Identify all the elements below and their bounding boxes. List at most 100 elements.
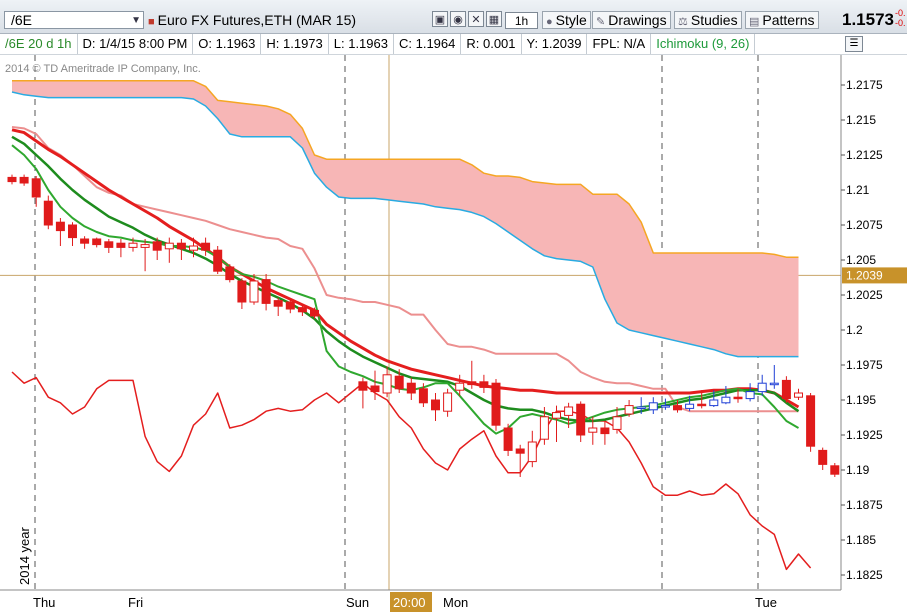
candle-body-up xyxy=(527,441,537,463)
candle xyxy=(612,407,622,434)
info-date: D: 1/4/15 8:00 PM xyxy=(78,34,194,54)
candle xyxy=(189,237,198,258)
candles xyxy=(7,174,840,477)
candle xyxy=(733,388,743,403)
y-tick-label: 1.2075 xyxy=(846,218,883,232)
y-tick-label: 1.1925 xyxy=(846,428,883,442)
plot-area xyxy=(0,55,841,590)
x-tick-mark xyxy=(755,590,758,594)
candle-body-down xyxy=(491,382,501,426)
chart-info-bar: /6E 20 d 1h D: 1/4/15 8:00 PM O: 1.1963 H: … xyxy=(0,34,907,55)
y-tick-label: 1.215 xyxy=(846,113,876,127)
style-icon: ● xyxy=(546,16,553,28)
toolbar-icon-group: ▣ ◉ ✕ ▦ xyxy=(432,11,504,27)
candle-body-up xyxy=(382,374,392,394)
y-tick-label: 1.205 xyxy=(846,253,876,267)
info-high: H: 1.1973 xyxy=(261,34,329,54)
candle xyxy=(564,402,574,428)
y-tick-label: 1.19 xyxy=(846,463,870,477)
info-fpl: FPL: N/A xyxy=(587,34,652,54)
x-tick-mark xyxy=(128,590,345,594)
y-tick-label: 1.1825 xyxy=(846,568,883,582)
y-tick-label: 1.2025 xyxy=(846,288,883,302)
instrument-flag-icon[interactable]: ■ xyxy=(148,16,155,28)
info-low: L: 1.1963 xyxy=(329,34,394,54)
kijun-line xyxy=(11,135,800,423)
candle xyxy=(92,237,102,248)
link-icon[interactable]: ◉ xyxy=(450,11,466,27)
style-button[interactable]: ● Style xyxy=(542,11,591,29)
price-axis-bg xyxy=(841,55,907,614)
info-y: Y: 1.2039 xyxy=(522,34,588,54)
patterns-button[interactable]: ▤ Patterns xyxy=(745,11,819,29)
candle-body-up xyxy=(128,242,138,248)
candle-body-up xyxy=(140,244,150,248)
indicator-lines xyxy=(11,80,812,571)
y-tick-label: 1.2175 xyxy=(846,78,883,92)
symbol-dropdown-icon[interactable]: ▼ xyxy=(131,13,141,29)
candle-body-up xyxy=(539,416,549,440)
candle xyxy=(660,398,670,410)
patterns-label: Patterns xyxy=(762,12,815,28)
candle-body-up xyxy=(443,392,453,412)
x-tick-mark xyxy=(33,590,35,594)
tools-icon[interactable]: ✕ xyxy=(468,11,484,27)
candle xyxy=(624,400,634,417)
candle-body-up xyxy=(794,392,803,398)
candle-body-up xyxy=(745,391,755,400)
candle-body-down xyxy=(237,280,247,303)
x-tick-mark xyxy=(443,590,758,594)
style-label: Style xyxy=(555,12,587,28)
candle-body-up xyxy=(455,382,465,391)
flexgrid-icon[interactable]: ▦ xyxy=(486,11,502,27)
senkou-span-b-line xyxy=(11,91,799,358)
candle xyxy=(588,416,598,445)
candle xyxy=(806,393,816,452)
candle-body-down xyxy=(515,448,525,454)
candle-body-down xyxy=(418,388,428,404)
crosshair-price-badge xyxy=(842,267,907,284)
candle xyxy=(709,390,719,407)
kumo-fill xyxy=(12,80,799,357)
candle xyxy=(552,405,561,442)
symbol-input[interactable]: /6E ▼ xyxy=(4,11,144,29)
candle-body-up xyxy=(648,402,658,411)
candle xyxy=(769,365,779,389)
x-tick-label-fri: Fri xyxy=(128,595,143,610)
instrument-description: ■ Euro FX Futures,ETH (MAR 15) xyxy=(148,12,356,28)
pink-trend-line xyxy=(11,126,799,413)
info-study-ichimoku[interactable]: Ichimoku (9, 26) xyxy=(651,34,756,54)
candle-body-down xyxy=(92,238,102,246)
candle xyxy=(418,383,428,407)
chart-window-icon[interactable]: ▣ xyxy=(432,11,448,27)
candle-body-up xyxy=(636,406,646,409)
candle-body-down xyxy=(201,242,211,251)
drawings-button[interactable]: ✎ Drawings xyxy=(592,11,671,29)
candle-body-down xyxy=(733,396,743,400)
info-symbol-period[interactable]: /6E 20 d 1h xyxy=(0,34,78,54)
ichimoku-chart[interactable]: 1.2175 1.215 1.2125 1.21 1.2075 1.205 1.2025 1.… xyxy=(0,0,907,614)
candle xyxy=(467,360,477,389)
candle xyxy=(164,237,174,263)
studies-label: Studies xyxy=(690,12,738,28)
candle-body-down xyxy=(503,427,513,451)
net-change-top: -0. xyxy=(895,8,906,18)
drawings-label: Drawings xyxy=(608,12,667,28)
chart-settings-icon[interactable]: ☰ xyxy=(845,36,863,52)
candle-body-down xyxy=(697,403,707,407)
aggregation-button[interactable]: 1h xyxy=(505,12,538,29)
candle-body-down xyxy=(673,405,682,411)
candle-body-up xyxy=(757,382,767,393)
candle-body-down xyxy=(176,242,186,250)
studies-button[interactable]: ⚖ Studies xyxy=(674,11,742,29)
y-tick-label: 1.2125 xyxy=(846,148,883,162)
candle xyxy=(213,246,223,274)
candle xyxy=(80,236,90,249)
y-tick-label: 1.1875 xyxy=(846,498,883,512)
candle xyxy=(757,374,767,396)
candle-body-down xyxy=(358,381,368,391)
candle xyxy=(382,366,392,398)
candle-body-down xyxy=(285,301,295,310)
symbol-text: /6E xyxy=(11,12,33,28)
lagging-span-line xyxy=(11,371,812,571)
